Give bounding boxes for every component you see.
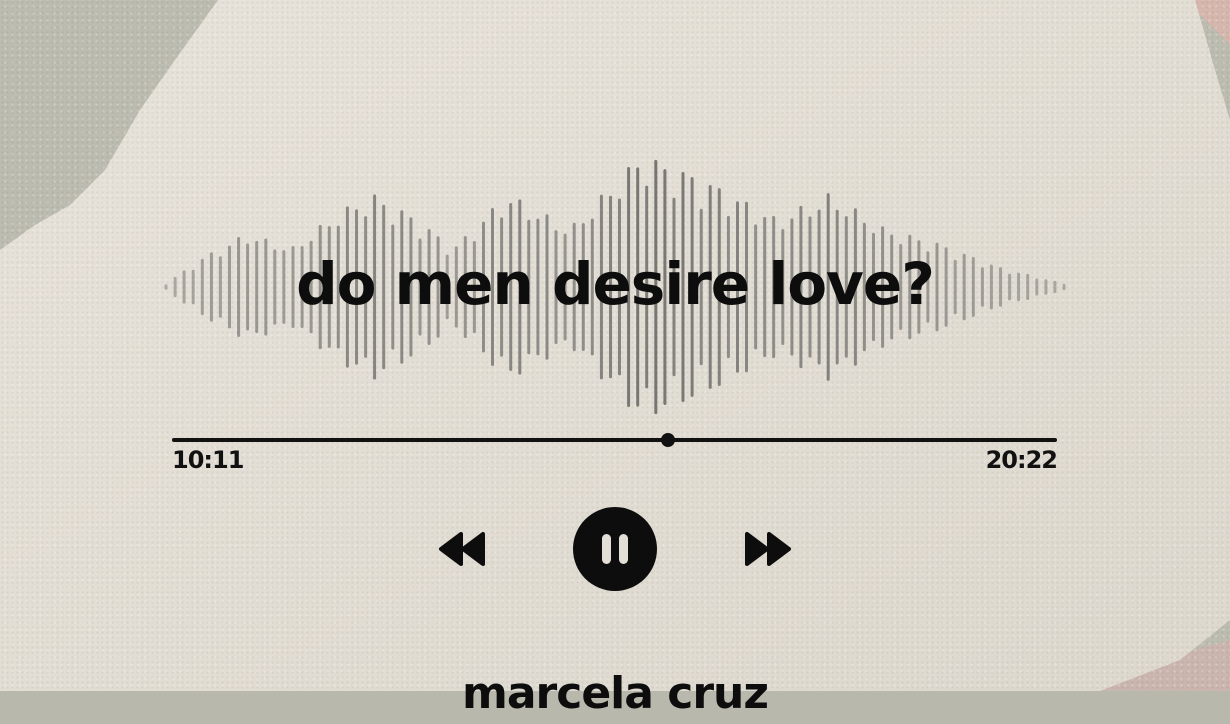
fast-forward-button[interactable]: [742, 528, 794, 570]
total-time: 20:22: [985, 446, 1058, 474]
rewind-icon: [439, 532, 485, 566]
pause-icon: [602, 534, 628, 564]
progress-knob[interactable]: [660, 433, 675, 447]
pause-button[interactable]: [573, 507, 657, 591]
artist-name: marcela cruz: [462, 668, 769, 719]
progress-track[interactable]: [172, 438, 1057, 442]
progress-bar[interactable]: [172, 432, 1057, 448]
episode-title: do men desire love?: [296, 250, 935, 318]
fast-forward-icon: [745, 532, 791, 566]
rewind-button[interactable]: [436, 528, 488, 570]
elapsed-time: 10:11: [172, 446, 244, 474]
